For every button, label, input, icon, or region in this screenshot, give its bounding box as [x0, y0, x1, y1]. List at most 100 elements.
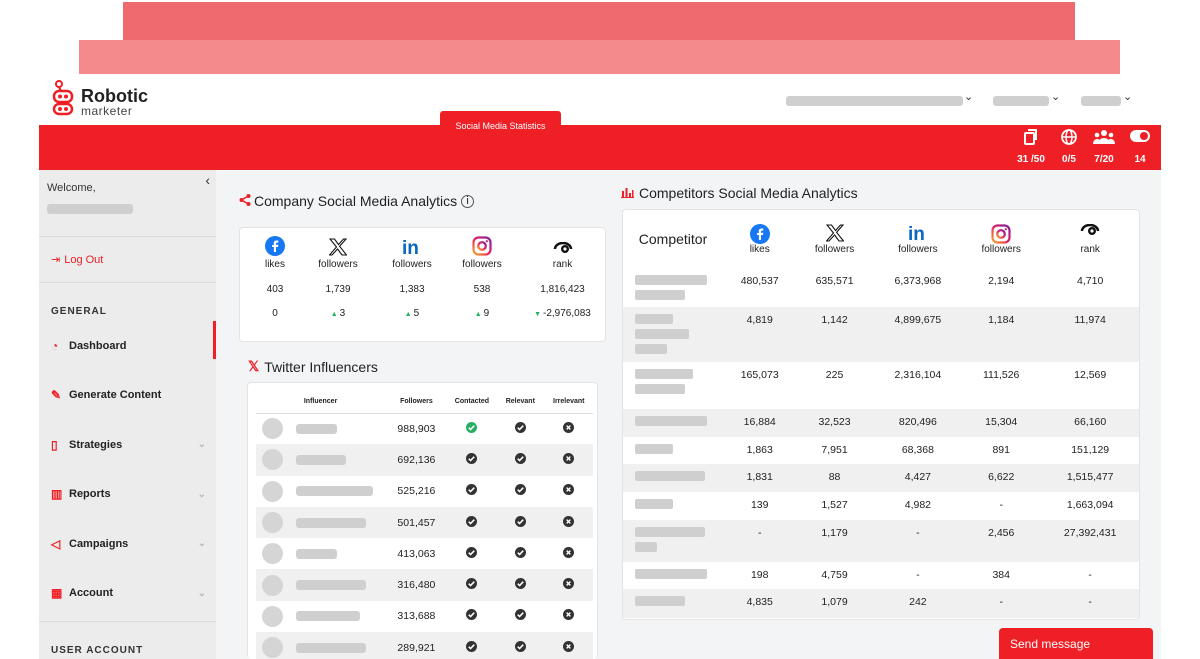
competitor-value: 4,899,675	[872, 307, 964, 362]
top-bar: Robotic marketer ⌄ ⌄ ⌄	[39, 74, 1161, 125]
competitor-value: 66,160	[1039, 409, 1139, 437]
irrelevant-icon[interactable]	[545, 476, 593, 507]
followers-count: 692,136	[385, 444, 448, 476]
relevant-icon[interactable]	[496, 632, 545, 659]
influencer-name[interactable]	[296, 454, 346, 465]
chevron-down-icon[interactable]: ⌄	[1123, 90, 1132, 103]
irrelevant-icon[interactable]	[544, 632, 593, 659]
table-row[interactable]: 988,903	[256, 413, 593, 444]
sidebar: ‹ Welcome, ⇥ Log Out GENERAL ◔ Dashboard…	[39, 170, 216, 659]
language-selector[interactable]	[993, 96, 1049, 106]
influencer-name[interactable]	[296, 580, 366, 591]
influencer-name[interactable]	[296, 423, 337, 434]
contacted-icon[interactable]	[447, 569, 497, 601]
relevant-icon[interactable]	[496, 413, 544, 444]
relevant-icon[interactable]	[496, 569, 545, 601]
irrelevant-icon[interactable]	[544, 569, 593, 601]
chevron-down-icon[interactable]: ⌄	[1051, 90, 1060, 103]
stat-label: likes	[264, 259, 285, 270]
influencer-name[interactable]	[296, 517, 366, 528]
relevant-icon[interactable]	[496, 506, 545, 539]
send-message-button[interactable]: Send message	[999, 628, 1153, 659]
column-header-x: followers	[796, 210, 872, 268]
competitor-name	[623, 362, 723, 409]
competitor-value: 1,831	[723, 464, 797, 492]
sidebar-item-reports[interactable]: ▥ Reports ⌄	[39, 470, 216, 520]
relevant-icon[interactable]	[496, 444, 545, 476]
table-row[interactable]: 501,457	[256, 506, 593, 539]
toggle-quota[interactable]: 14	[1122, 129, 1158, 167]
influencer-name[interactable]	[296, 486, 373, 497]
competitor-value: 1,079	[796, 589, 873, 618]
contacted-icon[interactable]	[448, 413, 496, 444]
stat-value: 538	[473, 284, 491, 295]
column-header-label: followers	[814, 243, 855, 255]
competitor-value: 11,974	[1039, 307, 1139, 362]
table-row[interactable]: 289,921	[256, 632, 593, 659]
avatar	[262, 512, 283, 534]
competitor-value: 1,179	[796, 520, 873, 562]
building-icon: ▦	[51, 586, 63, 601]
competitor-value: 32,523	[796, 409, 873, 437]
sidebar-item-campaigns[interactable]: ◁ Campaigns ⌄	[39, 519, 216, 569]
influencer-name[interactable]	[296, 548, 337, 559]
column-header-linkedin: in followers	[873, 210, 963, 268]
info-icon[interactable]: i	[461, 194, 475, 208]
competitors-analytics-title-text: Competitors Social Media Analytics	[639, 185, 858, 201]
competitor-value: -	[1088, 569, 1092, 581]
competitor-value: 2,316,104	[894, 369, 942, 381]
sidebar-item-dashboard[interactable]: ◔ Dashboard	[39, 321, 216, 371]
sidebar-item-label: Reports	[69, 488, 111, 501]
stat-value: 403	[266, 284, 284, 295]
chevron-left-icon[interactable]: ‹	[205, 172, 210, 188]
table-row[interactable]: 413,063	[256, 538, 593, 569]
logo-sub: marketer	[81, 104, 133, 118]
sidebar-item-strategies[interactable]: ▯ Strategies ⌄	[39, 420, 216, 470]
logout-link[interactable]: ⇥ Log Out	[39, 237, 216, 283]
logo[interactable]: Robotic marketer	[51, 80, 171, 120]
column-header-label: followers	[981, 243, 1021, 255]
column-header-semrush: rank	[1039, 210, 1139, 268]
stat-value: 1,816,423	[540, 284, 585, 295]
influencer-name[interactable]	[296, 611, 360, 622]
irrelevant-icon[interactable]	[544, 444, 593, 476]
contacted-icon[interactable]	[447, 444, 497, 476]
users-quota[interactable]: 7/20	[1086, 129, 1122, 167]
contacted-icon[interactable]	[448, 476, 496, 507]
table-row[interactable]: 525,216	[256, 476, 593, 507]
relevant-icon[interactable]	[496, 538, 544, 569]
chevron-down-icon[interactable]: ⌄	[964, 90, 973, 103]
contacted-icon[interactable]	[448, 538, 496, 569]
competitor-value: 635,571	[815, 275, 854, 287]
sidebar-item-account[interactable]: ▦ Account ⌄	[39, 569, 216, 619]
x-icon	[328, 238, 348, 259]
social-media-statistics-button[interactable]: Social Media Statistics	[440, 111, 561, 140]
relevant-icon[interactable]	[496, 476, 544, 507]
status-bar: 31 /50 0/5 7/20 14	[39, 125, 1161, 170]
irrelevant-icon[interactable]	[545, 601, 593, 632]
irrelevant-icon[interactable]	[545, 538, 593, 569]
posts-quota[interactable]: 31 /50	[1013, 129, 1049, 167]
table-row[interactable]: 692,136	[256, 444, 593, 476]
sites-quota[interactable]: 0/5	[1051, 129, 1087, 167]
competitor-value: 1,527	[821, 499, 848, 511]
contacted-icon[interactable]	[447, 632, 497, 659]
contacted-icon[interactable]	[447, 506, 497, 539]
competitor-name	[623, 464, 723, 492]
relevant-icon[interactable]	[496, 601, 544, 632]
influencer-name[interactable]	[296, 642, 366, 653]
account-selector[interactable]	[786, 96, 963, 106]
sidebar-item-generate-content[interactable]: ✎ Generate Content	[39, 371, 216, 421]
competitor-value: 4,427	[872, 464, 964, 492]
competitor-value: 242	[872, 589, 964, 618]
irrelevant-icon[interactable]	[545, 413, 593, 444]
contacted-icon[interactable]	[448, 601, 496, 632]
followers-count: 316,480	[385, 569, 448, 601]
copy-icon	[1013, 129, 1049, 149]
competitor-value: 15,304	[963, 409, 1040, 437]
table-row[interactable]: 316,480	[256, 569, 593, 601]
table-row[interactable]: 313,688	[256, 601, 593, 632]
irrelevant-icon[interactable]	[544, 506, 593, 539]
user-menu[interactable]	[1081, 96, 1121, 106]
column-header: Followers	[385, 391, 448, 414]
